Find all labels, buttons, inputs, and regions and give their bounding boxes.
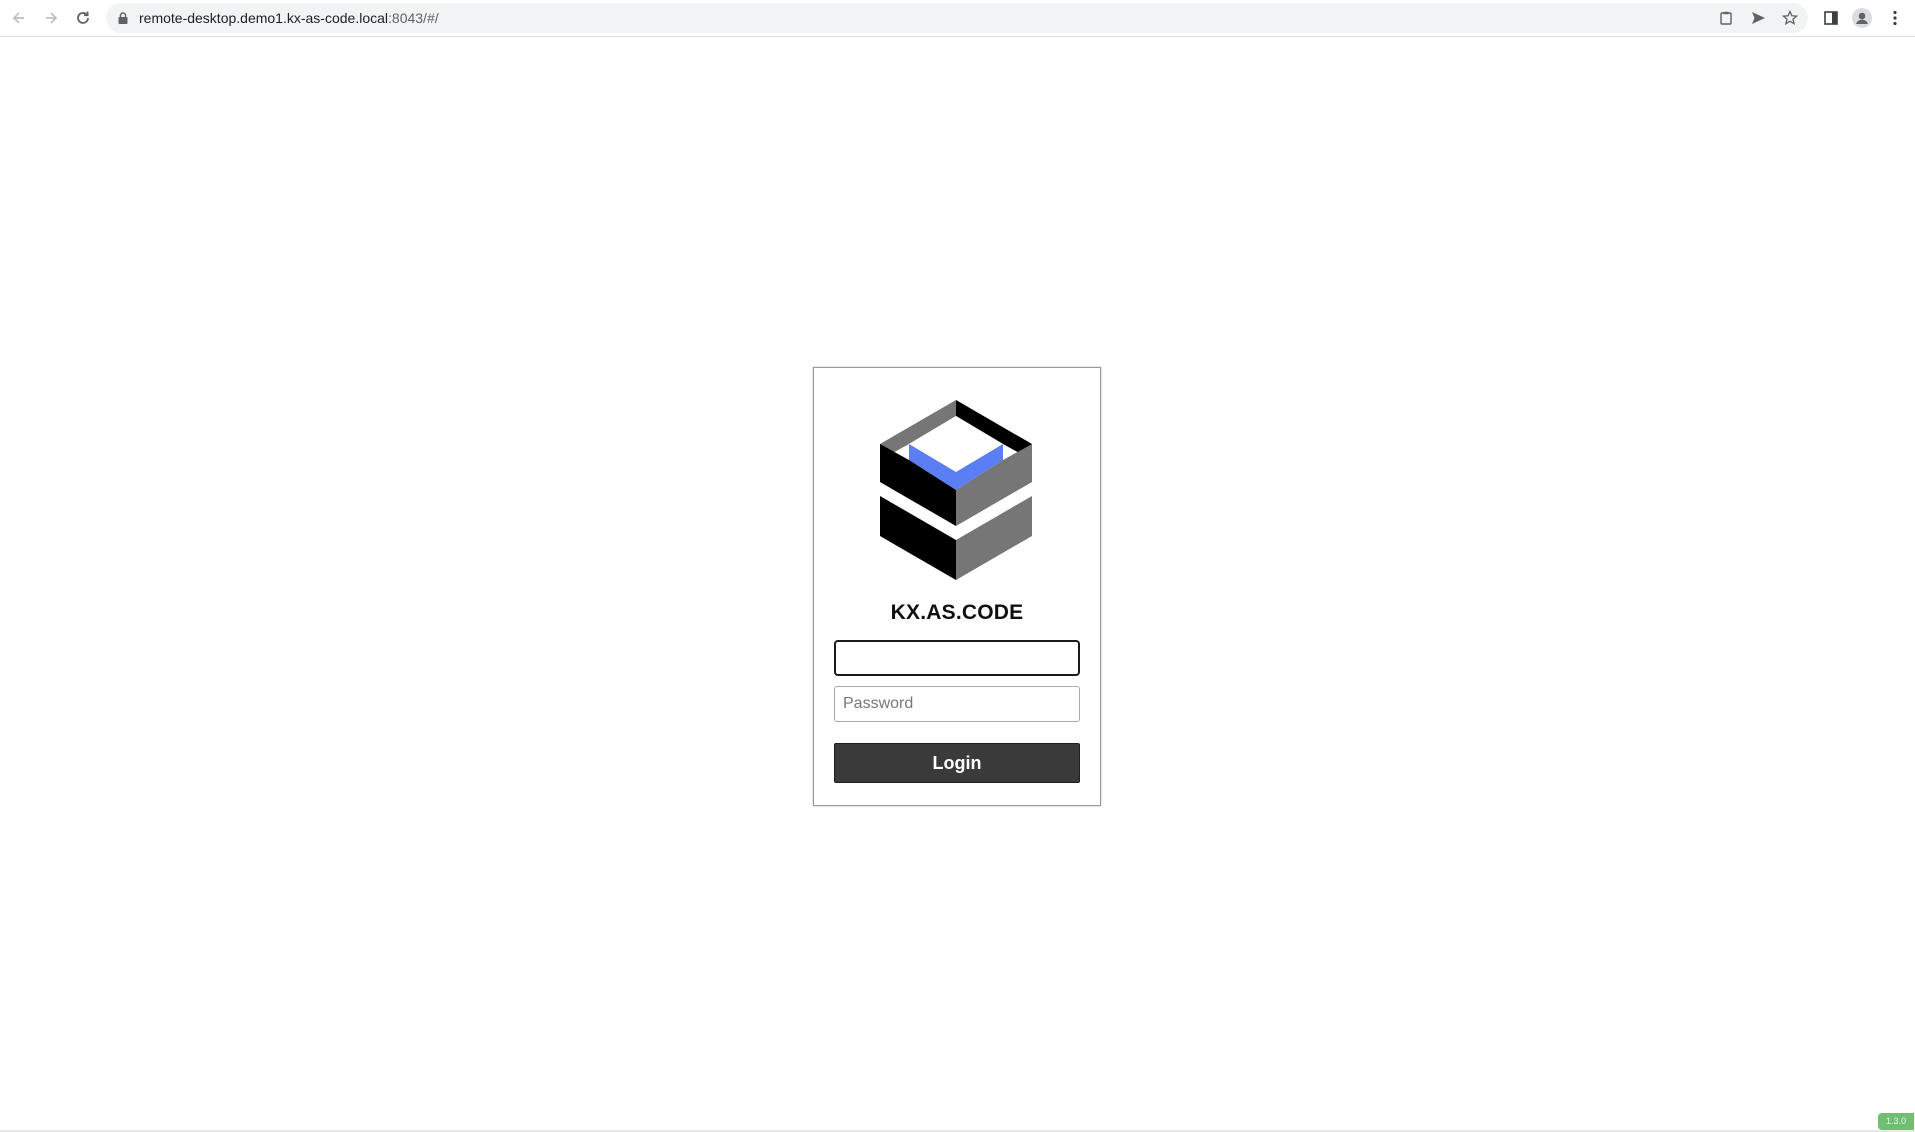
- kx-as-code-logo: [880, 400, 1032, 580]
- lock-icon[interactable]: [118, 12, 128, 24]
- forward-button[interactable]: [38, 5, 64, 31]
- reload-icon: [77, 11, 89, 24]
- version-badge: 1.3.0: [1878, 1113, 1914, 1130]
- bookmark-button[interactable]: [1780, 8, 1800, 28]
- reload-button[interactable]: [70, 5, 96, 31]
- side-panel-button[interactable]: [1818, 5, 1844, 31]
- url-text[interactable]: remote-desktop.demo1.kx-as-code.local:80…: [139, 10, 439, 26]
- browser-menu-button[interactable]: [1882, 5, 1908, 31]
- password-input[interactable]: [834, 686, 1080, 722]
- arrow-right-icon: [46, 12, 58, 24]
- page-action-button[interactable]: [1716, 8, 1736, 28]
- star-icon: [1782, 10, 1798, 26]
- arrow-left-icon: [12, 12, 24, 24]
- back-button[interactable]: [6, 5, 32, 31]
- send-to-device-button[interactable]: [1748, 8, 1768, 28]
- url-host: remote-desktop.demo1.kx-as-code.local: [139, 10, 389, 26]
- login-card: KX.AS.CODE Login: [813, 367, 1101, 806]
- profile-avatar-icon: [1852, 8, 1872, 28]
- username-input[interactable]: [834, 640, 1080, 676]
- login-button[interactable]: Login: [834, 743, 1080, 783]
- side-panel-icon: [1824, 11, 1838, 25]
- profile-button[interactable]: [1849, 5, 1875, 31]
- url-path: :8043/#/: [388, 10, 439, 26]
- brand-title: KX.AS.CODE: [890, 601, 1024, 624]
- kebab-menu-icon: [1893, 10, 1897, 26]
- address-bar[interactable]: remote-desktop.demo1.kx-as-code.local:80…: [106, 3, 1808, 33]
- clipboard-icon: [1720, 11, 1732, 25]
- browser-toolbar: remote-desktop.demo1.kx-as-code.local:80…: [0, 0, 1915, 37]
- send-icon: [1751, 12, 1765, 24]
